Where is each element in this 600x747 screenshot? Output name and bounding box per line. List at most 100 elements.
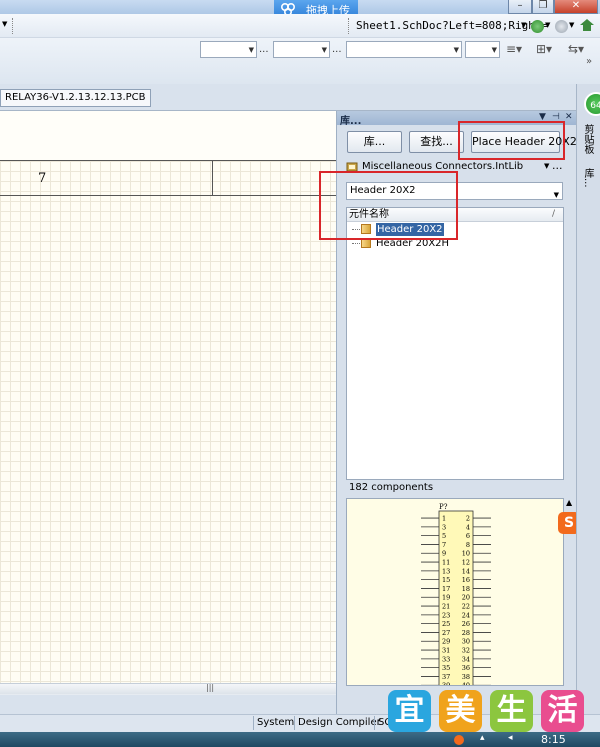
filter-more-2[interactable]: ... <box>332 44 342 55</box>
preview-pin-label: 16 <box>462 576 470 584</box>
status-tab-design-compiler[interactable]: Design Compiler <box>294 716 384 730</box>
schematic-canvas[interactable] <box>0 111 336 687</box>
toolbar-separator <box>12 18 13 34</box>
preview-pin-label: 13 <box>442 567 450 575</box>
go-back-icon[interactable] <box>531 20 544 33</box>
filter-more-1[interactable]: ... <box>259 44 269 55</box>
go-forward-icon[interactable] <box>555 20 568 33</box>
watermark-char: 美 <box>439 690 482 732</box>
restore-button[interactable]: ❐ <box>532 0 554 14</box>
preview-pin-label: 35 <box>442 664 450 672</box>
filter-dropdown-2[interactable]: ▼ <box>273 41 330 58</box>
preview-pin-label: 14 <box>462 567 470 575</box>
tab-pcb-document[interactable]: RELAY36-V1.2.13.12.13.PCB <box>0 89 151 107</box>
tray-icon[interactable] <box>454 735 464 745</box>
preview-pin-label: 5 <box>442 532 446 540</box>
tab-libraries[interactable]: 库... <box>580 168 595 188</box>
preview-pin-label: 10 <box>462 550 470 558</box>
tree-line <box>352 243 360 244</box>
back-history-icon[interactable]: ▼ <box>545 21 550 29</box>
sheet-border-top <box>0 160 336 161</box>
preview-pin-label: 1 <box>442 515 446 523</box>
preview-pin-label: 36 <box>462 664 470 672</box>
toolbar-separator <box>348 18 349 34</box>
status-tab-system[interactable]: System <box>253 716 297 730</box>
preview-scroll-up-icon[interactable]: ▲ <box>566 498 572 507</box>
preview-pin-label: 27 <box>442 629 450 637</box>
preview-pin-label: 28 <box>462 629 470 637</box>
preview-pin-label: 22 <box>462 603 470 611</box>
preview-pin-label: 17 <box>442 585 450 593</box>
dropdown-arrow-icon: ▼ <box>453 46 459 54</box>
minimize-button[interactable]: – <box>508 0 532 14</box>
preview-pin-label: 20 <box>462 594 470 602</box>
watermark-char: 活 <box>541 690 584 732</box>
close-button[interactable]: ✕ <box>554 0 598 14</box>
preview-pin-label: 25 <box>442 620 450 628</box>
component-preview: P? 1 2 3 4 5 6 7 8 9 10 11 12 13 14 15 16 17 18 19 20 21 22 23 2… <box>346 498 564 686</box>
filter-dropdown-3[interactable]: ▼ <box>346 41 462 58</box>
preview-pin-label: 12 <box>462 559 470 567</box>
toolbar-overflow-icon[interactable]: » <box>586 56 592 67</box>
preview-pin-label: 19 <box>442 594 450 602</box>
component-count: 182 components <box>349 482 434 493</box>
home-icon[interactable] <box>579 17 595 33</box>
preview-pin-label: 32 <box>462 647 470 655</box>
preview-pin-label: 21 <box>442 603 450 611</box>
annotation-place-button <box>458 121 565 160</box>
preview-pin-label: 3 <box>442 523 446 531</box>
sheet-margin <box>0 111 336 161</box>
filter-dropdown-4[interactable]: ▼ <box>465 41 500 58</box>
preview-pin-label: 39 <box>442 682 450 686</box>
dropdown-arrow-icon: ▼ <box>248 46 254 54</box>
tab-clipboard[interactable]: 剪贴板 <box>580 124 595 154</box>
sheet-zone-divider <box>212 160 213 196</box>
arrange-icon[interactable]: ⇆▾ <box>568 42 584 56</box>
address-field[interactable]: Sheet1.SchDoc?Left=808;Right= <box>356 19 548 32</box>
grid-icon[interactable]: ⊞▾ <box>536 42 552 56</box>
preview-pin-label: 23 <box>442 611 450 619</box>
preview-pin-label: 38 <box>462 673 470 681</box>
preview-pin-label: 9 <box>442 550 446 558</box>
filter-dropdown-icon[interactable]: ▼ <box>554 187 559 203</box>
panel-close-icon[interactable]: ✕ <box>565 112 573 122</box>
tray-network-icon[interactable]: ▴ <box>480 733 485 743</box>
preview-pin-label: 7 <box>442 541 446 549</box>
library-panel-title: 库... <box>340 116 362 127</box>
preview-pin-label: 8 <box>466 541 470 549</box>
align-icon[interactable]: ≡▾ <box>506 42 522 56</box>
preview-pin-label: 31 <box>442 647 450 655</box>
sort-indicator: / <box>551 209 555 219</box>
tray-volume-icon[interactable]: ◂ <box>508 733 513 743</box>
search-button[interactable]: 查找... <box>409 131 464 153</box>
annotation-filter-result <box>319 171 458 240</box>
scroll-grip-icon: ||| <box>206 683 215 692</box>
preview-pin-label: 2 <box>466 515 470 523</box>
preview-pin-label: 29 <box>442 638 450 646</box>
preview-pin-label: 37 <box>442 673 450 681</box>
preview-pin-label: 15 <box>442 576 450 584</box>
preview-pin-label: 11 <box>442 559 450 567</box>
preview-pin-label: 6 <box>466 532 470 540</box>
library-dropdown-icon: ▼ <box>544 162 550 170</box>
preview-pin-label: 34 <box>462 655 470 663</box>
filter-dropdown-1[interactable]: ▼ <box>200 41 257 58</box>
horizontal-scroll-thumb[interactable] <box>0 684 336 694</box>
dropdown-arrow-icon: ▼ <box>491 46 497 54</box>
toolbar-chevron-icon[interactable]: ▼ <box>2 20 7 28</box>
forward-history-icon[interactable]: ▼ <box>569 21 574 29</box>
preview-pin-label: 24 <box>462 611 470 619</box>
watermark-char: 宜 <box>388 690 431 732</box>
libraries-button[interactable]: 库... <box>347 131 402 153</box>
sheet-zone-label: 7 <box>38 171 47 186</box>
taskbar-clock: 8:15 <box>541 733 566 746</box>
library-more-button[interactable]: ... <box>552 159 563 172</box>
header-symbol-preview: P?1 23 45 67 89 1011 1213 1415 1617 1819 2021 2223 2… <box>421 503 491 686</box>
watermark-char: 生 <box>490 690 533 732</box>
preview-pin-label: 40 <box>462 682 470 686</box>
preview-pin-label: 26 <box>462 620 470 628</box>
dropdown-arrow-icon: ▼ <box>321 46 327 54</box>
watermark-logo: 宜 美 生 活 <box>388 690 584 732</box>
address-dropdown-icon[interactable]: ▼ <box>521 21 526 29</box>
preview-designator: P? <box>439 503 448 511</box>
